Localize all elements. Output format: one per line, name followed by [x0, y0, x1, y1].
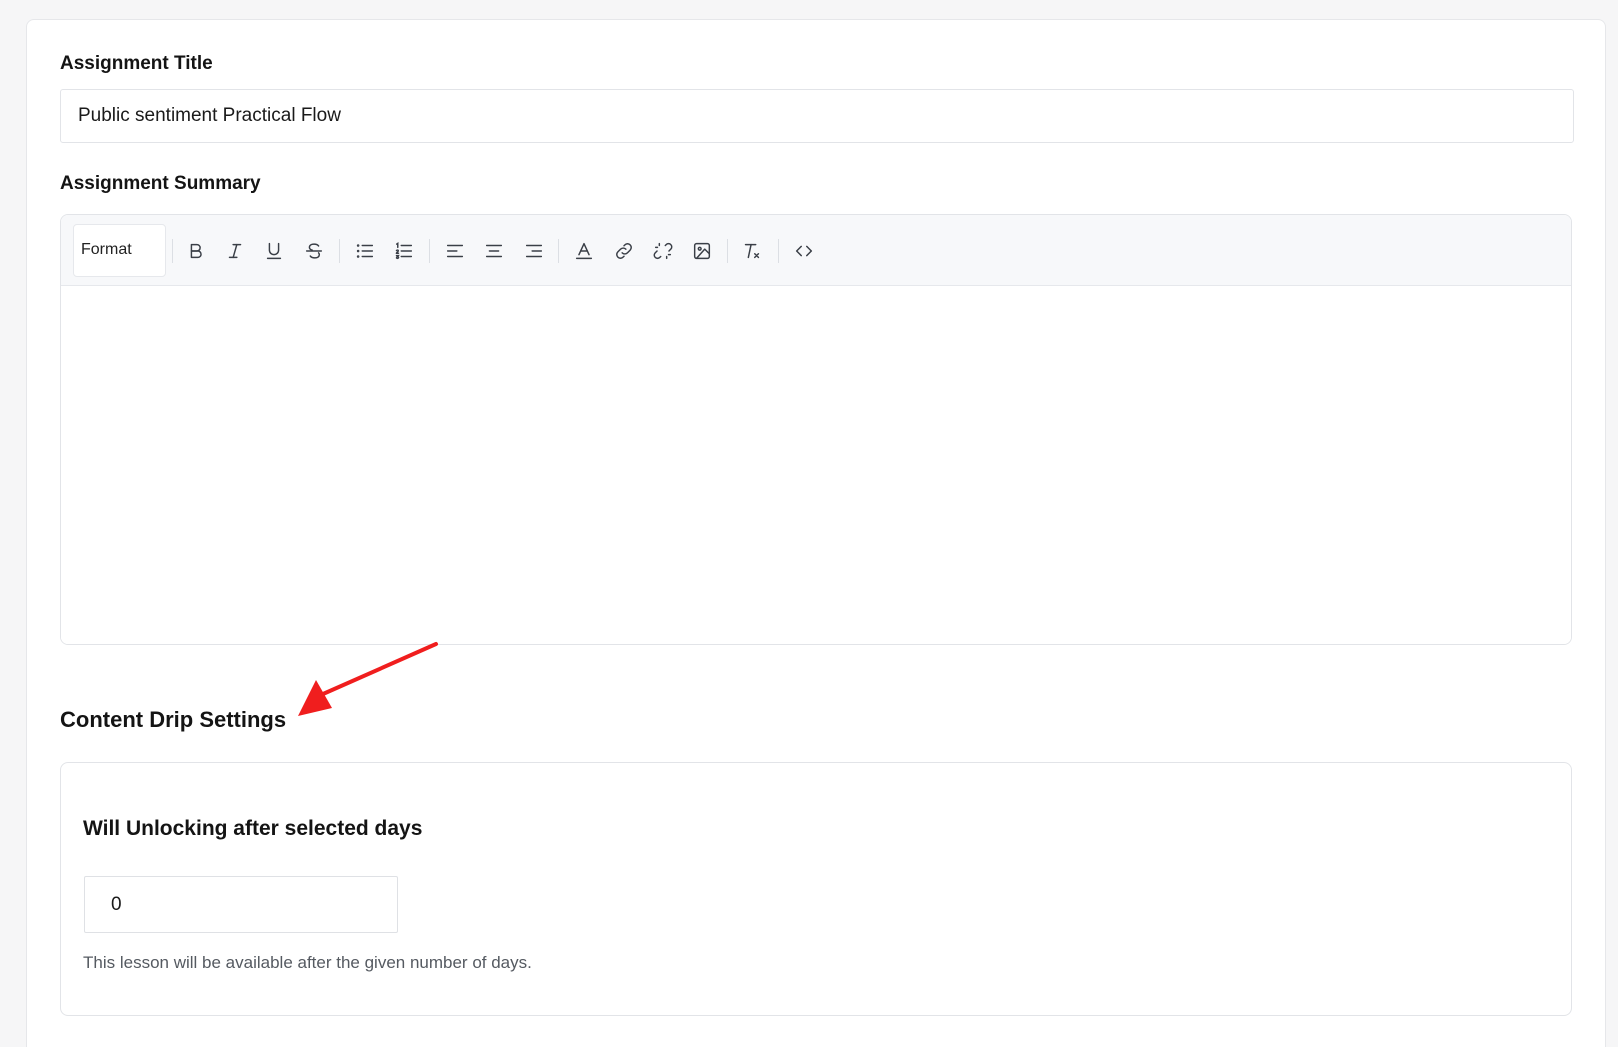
annotation-arrow: [298, 642, 438, 716]
align-right-icon[interactable]: [520, 237, 548, 265]
toolbar-divider: [172, 239, 173, 263]
bullet-list-icon[interactable]: [351, 237, 379, 265]
drip-unlock-title: Will Unlocking after selected days: [83, 817, 423, 840]
editor-toolbar: Format: [61, 215, 1571, 286]
code-icon[interactable]: [790, 237, 818, 265]
italic-icon[interactable]: [221, 237, 249, 265]
toolbar-divider: [727, 239, 728, 263]
toolbar-divider: [339, 239, 340, 263]
assignment-summary-label: Assignment Summary: [60, 173, 261, 194]
bold-icon[interactable]: [182, 237, 210, 265]
assignment-title-label: Assignment Title: [60, 53, 213, 74]
format-dropdown[interactable]: Format: [73, 224, 166, 277]
image-icon[interactable]: [688, 237, 716, 265]
link-icon[interactable]: [610, 237, 638, 265]
align-center-icon[interactable]: [480, 237, 508, 265]
content-drip-panel: Will Unlocking after selected days This …: [60, 762, 1572, 1016]
toolbar-divider: [778, 239, 779, 263]
unlock-days-input[interactable]: [84, 876, 398, 933]
assignment-title-input[interactable]: [60, 89, 1574, 143]
align-left-icon[interactable]: [441, 237, 469, 265]
clear-format-icon[interactable]: [738, 237, 766, 265]
drip-help-text: This lesson will be available after the …: [83, 953, 532, 972]
editor-content-area[interactable]: [61, 287, 1571, 644]
content-drip-heading: Content Drip Settings: [60, 707, 287, 732]
unlink-icon[interactable]: [649, 237, 677, 265]
toolbar-divider: [429, 239, 430, 263]
numbered-list-icon[interactable]: [390, 237, 418, 265]
text-color-icon[interactable]: [570, 237, 598, 265]
strikethrough-icon[interactable]: [300, 237, 328, 265]
toolbar-divider: [558, 239, 559, 263]
underline-icon[interactable]: [260, 237, 288, 265]
rich-text-editor: Format: [60, 214, 1572, 645]
